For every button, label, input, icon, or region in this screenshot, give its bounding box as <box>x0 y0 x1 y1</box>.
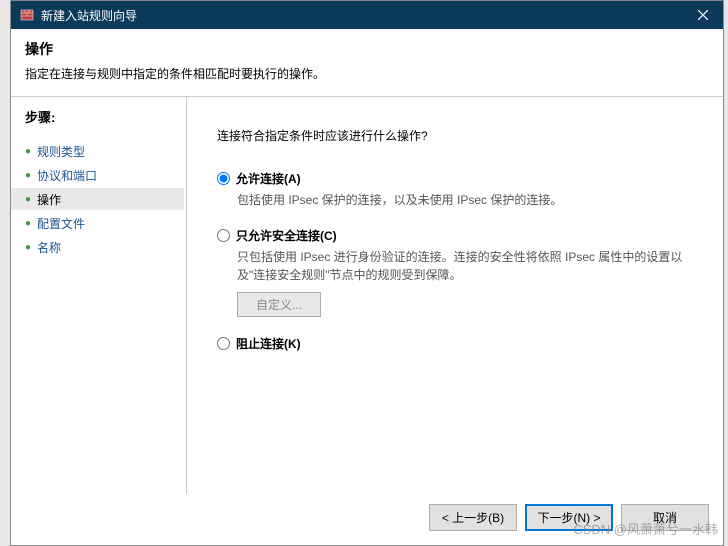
option-secure: 只允许安全连接(C) 只包括使用 IPsec 进行身份验证的连接。连接的安全性将… <box>217 227 693 317</box>
radio-allow-label: 允许连接(A) <box>236 170 301 187</box>
step-profile[interactable]: ● 配置文件 <box>25 212 186 234</box>
wizard-header: 操作 指定在连接与规则中指定的条件相匹配时要执行的操作。 <box>11 29 723 97</box>
bullet-icon: ● <box>25 242 31 253</box>
titlebar: 新建入站规则向导 <box>11 1 723 29</box>
radio-secure-desc: 只包括使用 IPsec 进行身份验证的连接。连接的安全性将依照 IPsec 属性… <box>237 248 693 284</box>
step-protocol-port[interactable]: ● 协议和端口 <box>25 164 186 186</box>
option-secure-row[interactable]: 只允许安全连接(C) <box>217 227 693 244</box>
option-allow: 允许连接(A) 包括使用 IPsec 保护的连接，以及未使用 IPsec 保护的… <box>217 170 693 209</box>
step-label: 操作 <box>37 191 61 208</box>
step-label: 规则类型 <box>37 143 85 160</box>
radio-allow-desc: 包括使用 IPsec 保护的连接，以及未使用 IPsec 保护的连接。 <box>237 191 693 209</box>
wizard-footer: < 上一步(B) 下一步(N) > 取消 <box>11 494 723 545</box>
step-label: 名称 <box>37 239 61 256</box>
radio-block[interactable] <box>217 337 230 350</box>
step-label: 配置文件 <box>37 215 85 232</box>
radio-block-label: 阻止连接(K) <box>236 335 301 352</box>
step-action[interactable]: ● 操作 <box>11 188 184 210</box>
radio-allow[interactable] <box>217 172 230 185</box>
question-text: 连接符合指定条件时应该进行什么操作? <box>217 127 693 144</box>
next-button[interactable]: 下一步(N) > <box>525 504 613 531</box>
action-radio-group: 允许连接(A) 包括使用 IPsec 保护的连接，以及未使用 IPsec 保护的… <box>217 170 693 352</box>
radio-secure-label: 只允许安全连接(C) <box>236 227 337 244</box>
bullet-icon: ● <box>25 146 31 157</box>
radio-secure[interactable] <box>217 229 230 242</box>
cancel-button[interactable]: 取消 <box>621 504 709 531</box>
option-block: 阻止连接(K) <box>217 335 693 352</box>
step-label: 协议和端口 <box>37 167 97 184</box>
step-rule-type[interactable]: ● 规则类型 <box>25 140 186 162</box>
step-name[interactable]: ● 名称 <box>25 236 186 258</box>
bullet-icon: ● <box>25 170 31 181</box>
firewall-icon <box>19 7 35 23</box>
close-button[interactable] <box>683 1 723 29</box>
wizard-body: 步骤: ● 规则类型 ● 协议和端口 ● 操作 ● 配置文件 ● 名称 <box>11 97 723 494</box>
wizard-window: 新建入站规则向导 操作 指定在连接与规则中指定的条件相匹配时要执行的操作。 步骤… <box>10 0 724 546</box>
steps-heading: 步骤: <box>25 107 186 126</box>
back-button[interactable]: < 上一步(B) <box>429 504 517 531</box>
window-title: 新建入站规则向导 <box>41 7 683 24</box>
customize-button: 自定义... <box>237 292 321 317</box>
option-block-row[interactable]: 阻止连接(K) <box>217 335 693 352</box>
steps-sidebar: 步骤: ● 规则类型 ● 协议和端口 ● 操作 ● 配置文件 ● 名称 <box>11 97 186 494</box>
page-description: 指定在连接与规则中指定的条件相匹配时要执行的操作。 <box>25 65 709 82</box>
content-panel: 连接符合指定条件时应该进行什么操作? 允许连接(A) 包括使用 IPsec 保护… <box>187 97 723 494</box>
page-title: 操作 <box>25 39 709 59</box>
bullet-icon: ● <box>25 194 31 205</box>
option-allow-row[interactable]: 允许连接(A) <box>217 170 693 187</box>
bullet-icon: ● <box>25 218 31 229</box>
